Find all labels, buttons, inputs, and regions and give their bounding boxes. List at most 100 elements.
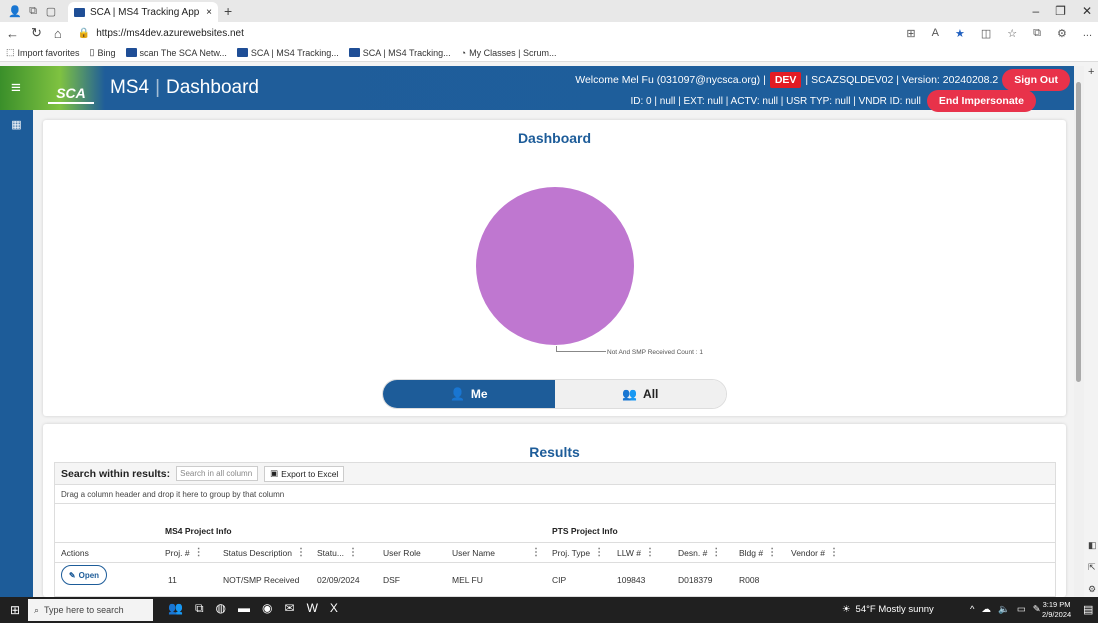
favorite-item-import[interactable]: ⬚ Import favorites [6, 47, 80, 58]
hamburger-menu-icon[interactable]: ≡ [11, 78, 21, 98]
task-view-icon[interactable]: ⧉ [195, 601, 204, 616]
pen-icon[interactable]: ✎ [1033, 604, 1041, 615]
profile-icon[interactable]: 👤 [6, 5, 24, 18]
tab-close-icon[interactable]: × [206, 7, 212, 18]
tab-title: SCA | MS4 Tracking App [90, 6, 200, 18]
app-name: MS4 [110, 77, 150, 98]
excel-icon: ▣ [270, 468, 279, 478]
results-grid: Search within results: Search in all col… [54, 462, 1056, 597]
import-icon: ⬚ [6, 47, 15, 57]
user-info-bar: Welcome Mel Fu (031097@nycsca.org) | DEV… [575, 69, 1070, 91]
back-icon[interactable]: ← [6, 26, 19, 41]
notifications-icon[interactable]: ▤ [1083, 603, 1093, 616]
more-menu-icon[interactable]: ... [1083, 27, 1092, 39]
apps-grid-icon[interactable]: ▦ [0, 118, 33, 131]
col-header-desn[interactable]: Desn. # ⋮ [678, 543, 721, 562]
tab-actions-icon[interactable]: ▢ [42, 5, 60, 18]
pencil-icon: ✎ [68, 570, 76, 580]
workspaces-icon[interactable]: ⧉ [24, 5, 42, 18]
sidebar-add-icon[interactable]: + [1088, 66, 1094, 78]
favorite-item-ms4-tracking-2[interactable]: SCA | MS4 Tracking... [348, 48, 451, 58]
clock-time: 3:19 PM [1042, 600, 1071, 609]
volume-icon[interactable]: 🔈 [998, 604, 1010, 615]
open-button[interactable]: ✎ Open [61, 565, 107, 585]
col-header-status-description[interactable]: Status Description ⋮ [223, 543, 306, 562]
sign-out-button[interactable]: Sign Out [1002, 69, 1070, 91]
end-impersonate-button[interactable]: End Impersonate [926, 90, 1036, 112]
windows-start-icon[interactable]: ⊞ [10, 603, 20, 617]
col-header-llw[interactable]: LLW # ⋮ [617, 543, 655, 562]
weather-widget[interactable]: ☀ 54°F Mostly sunny [842, 604, 934, 615]
extensions-icon[interactable]: ⚙ [1057, 27, 1067, 40]
tray-chevron-icon[interactable]: ^ [970, 604, 974, 615]
search-input[interactable]: Search in all column [176, 466, 259, 481]
favorite-item-bing[interactable]: ▯ Bing [90, 47, 116, 58]
col-header-status-date[interactable]: Statu... ⋮ [317, 543, 358, 562]
column-menu-icon[interactable]: ⋮ [594, 547, 604, 558]
cell-desn: D018379 [678, 575, 713, 585]
col-header-user-name[interactable]: User Name [452, 543, 495, 562]
url-field[interactable]: 🔒 https://ms4dev.azurewebsites.net [78, 28, 244, 39]
sidebar-open-icon[interactable]: ⇱ [1088, 562, 1096, 573]
column-menu-icon[interactable]: ⋮ [767, 547, 777, 558]
export-excel-button[interactable]: ▣ Export to Excel [264, 465, 345, 482]
column-menu-icon[interactable]: ⋮ [531, 543, 541, 562]
edge-app-icon[interactable]: ◍ [216, 601, 226, 616]
collections-icon[interactable]: ⧉ [1033, 27, 1041, 40]
new-tab-button[interactable]: + [224, 3, 232, 19]
minimize-icon[interactable]: – [1032, 4, 1039, 18]
favorite-item-my-classes[interactable]: ◔ My Classes | Scrum... [461, 48, 557, 58]
word-app-icon[interactable]: W [307, 601, 318, 616]
taskbar-search-input[interactable]: ⌕ Type here to search [28, 599, 153, 621]
outlook-app-icon[interactable]: ✉ [285, 601, 295, 616]
column-menu-icon[interactable]: ⋮ [296, 547, 306, 558]
column-menu-icon[interactable]: ⋮ [829, 547, 839, 558]
sca-logo[interactable]: SCA [48, 74, 94, 104]
col-header-proj[interactable]: Proj. # ⋮ [165, 543, 204, 562]
column-menu-icon[interactable]: ⋮ [645, 547, 655, 558]
system-tray: ^ ☁ 🔈 ▭ ✎ [970, 604, 1041, 615]
favorite-star-icon[interactable]: ★ [955, 27, 965, 40]
favorite-item-sca-network[interactable]: scan The SCA Netw... [125, 48, 227, 58]
network-icon[interactable]: ▭ [1017, 604, 1026, 615]
excel-app-icon[interactable]: X [330, 601, 338, 616]
cloud-icon[interactable]: ☁ [981, 604, 991, 615]
column-menu-icon[interactable]: ⋮ [711, 547, 721, 558]
browser-tab-active[interactable]: SCA | MS4 Tracking App × [68, 2, 218, 22]
home-icon[interactable]: ⌂ [54, 26, 62, 41]
grid-toolbar: Search within results: Search in all col… [55, 463, 1055, 485]
people-app-icon[interactable]: 👥 [168, 601, 183, 616]
col-header-proj-type[interactable]: Proj. Type ⋮ [552, 543, 604, 562]
favorites-icon[interactable]: ☆ [1007, 27, 1017, 40]
col-header-user-role[interactable]: User Role [383, 543, 421, 562]
col-header-actions[interactable]: Actions [61, 543, 89, 562]
cell-user-role: DSF [383, 575, 400, 585]
chrome-app-icon[interactable]: ◉ [262, 601, 272, 616]
cell-status-description: NOT/SMP Received [223, 575, 300, 585]
app-available-icon[interactable]: ⊞ [906, 27, 915, 40]
pie-slice-not-smp-received[interactable] [476, 187, 634, 345]
toggle-all-button[interactable]: 👥 All [554, 380, 726, 408]
close-window-icon[interactable]: ✕ [1082, 4, 1092, 18]
page-name: Dashboard [166, 77, 259, 98]
toggle-me-button[interactable]: 👤 Me [383, 380, 555, 408]
sidebar: ▦ [0, 110, 33, 597]
favorite-item-ms4-tracking-1[interactable]: SCA | MS4 Tracking... [236, 48, 339, 58]
scrollbar-thumb[interactable] [1076, 82, 1081, 382]
col-header-bldg[interactable]: Bldg # ⋮ [739, 543, 777, 562]
col-header-vendor[interactable]: Vendor # ⋮ [791, 543, 839, 562]
column-menu-icon[interactable]: ⋮ [194, 547, 204, 558]
sidebar-panel-icon[interactable]: ◧ [1088, 540, 1097, 551]
group-drop-zone[interactable]: Drag a column header and drop it here to… [55, 485, 1055, 504]
split-screen-icon[interactable]: ◫ [981, 27, 991, 40]
search-label: Search within results: [61, 467, 171, 480]
file-explorer-icon[interactable]: ▬ [238, 601, 250, 616]
page-scrollbar[interactable] [1074, 66, 1084, 597]
read-aloud-icon[interactable]: A [932, 27, 939, 39]
clock[interactable]: 3:19 PM 2/9/2024 [1042, 600, 1071, 620]
column-menu-icon[interactable]: ⋮ [348, 547, 358, 558]
impersonation-bar: ID: 0 | null | EXT: null | ACTV: null | … [631, 90, 1036, 112]
refresh-icon[interactable]: ↻ [31, 25, 42, 41]
restore-icon[interactable]: ❐ [1055, 4, 1066, 18]
sidebar-settings-icon[interactable]: ⚙ [1088, 584, 1096, 595]
